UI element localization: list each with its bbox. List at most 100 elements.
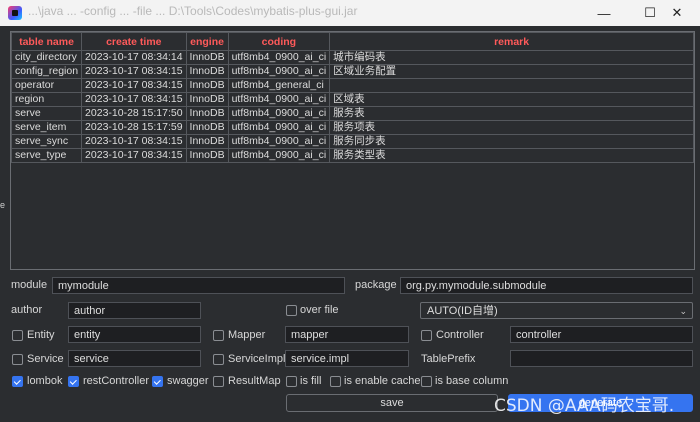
column-header[interactable]: table name	[11, 32, 83, 51]
is-base-column-checkbox[interactable]	[421, 376, 432, 387]
mapper-checkbox[interactable]	[213, 330, 224, 341]
entity-label: Entity	[27, 329, 55, 341]
table-cell: 区域业务配置	[329, 64, 694, 79]
table-row[interactable]: serve_item 2023-10-28 15:17:59 InnoDB utf8m…	[11, 120, 694, 135]
service-checkbox[interactable]	[12, 354, 23, 365]
table-cell: serve	[11, 106, 83, 121]
table-cell	[329, 78, 694, 93]
column-header[interactable]: remark	[329, 32, 694, 51]
table-cell: 2023-10-17 08:34:15	[81, 78, 187, 93]
table-cell: utf8mb4_0900_ai_ci	[227, 106, 331, 121]
service-input[interactable]: service	[68, 350, 201, 367]
over-file-label: over file	[300, 304, 339, 316]
table-row[interactable]: region 2023-10-17 08:34:15 InnoDB utf8mb4_0…	[11, 92, 694, 107]
table-cell: city_directory	[11, 50, 83, 65]
minimize-icon[interactable]: —	[581, 0, 627, 26]
serviceimpl-input[interactable]: service.impl	[285, 350, 409, 367]
watermark: CSDN @AAA码农宝哥.	[494, 396, 675, 416]
author-label: author	[11, 304, 43, 316]
table-cell: 城市编码表	[329, 50, 694, 65]
table-cell: region	[11, 92, 83, 107]
table-cell: InnoDB	[185, 148, 229, 163]
table-row[interactable]: city_directory 2023-10-17 08:34:14 InnoDB u…	[11, 50, 694, 65]
left-edge-text: e	[0, 200, 6, 210]
table-cell: 2023-10-28 15:17:50	[81, 106, 187, 121]
controller-checkbox[interactable]	[421, 330, 432, 341]
package-label: package	[355, 279, 397, 291]
table-cell: InnoDB	[185, 106, 229, 121]
table-cell: utf8mb4_0900_ai_ci	[227, 134, 331, 149]
table-row[interactable]: serve 2023-10-28 15:17:50 InnoDB utf8mb4_09…	[11, 106, 694, 121]
table-cell: operator	[11, 78, 83, 93]
table-cell: 区域表	[329, 92, 694, 107]
table-cell: 服务同步表	[329, 134, 694, 149]
table-cell: config_region	[11, 64, 83, 79]
serviceimpl-label: ServiceImpl	[228, 353, 286, 365]
is-fill-checkbox[interactable]	[286, 376, 297, 387]
table-cell: InnoDB	[185, 50, 229, 65]
table-cell: utf8mb4_general_ci	[227, 78, 331, 93]
table-cell: utf8mb4_0900_ai_ci	[227, 120, 331, 135]
author-input[interactable]: author	[68, 302, 201, 319]
swagger-checkbox[interactable]	[152, 376, 163, 387]
controller-input[interactable]: controller	[510, 326, 693, 343]
resultmap-checkbox[interactable]	[213, 376, 224, 387]
entity-input[interactable]: entity	[68, 326, 201, 343]
column-header[interactable]: engine	[185, 32, 229, 51]
table-header-row: table name create time engine coding rem…	[11, 32, 694, 51]
id-type-select[interactable]: AUTO(ID自增) ⌄	[420, 302, 693, 319]
resultmap-label: ResultMap	[228, 375, 281, 387]
table-cell: 2023-10-17 08:34:15	[81, 92, 187, 107]
lombok-checkbox[interactable]	[12, 376, 23, 387]
table-cell: serve_type	[11, 148, 83, 163]
chevron-down-icon: ⌄	[679, 306, 687, 316]
module-input[interactable]: mymodule	[52, 277, 345, 294]
column-header[interactable]: coding	[227, 32, 331, 51]
tableprefix-input[interactable]	[510, 350, 693, 367]
table-row[interactable]: serve_type 2023-10-17 08:34:15 InnoDB utf8m…	[11, 148, 694, 163]
table-row[interactable]: serve_sync 2023-10-17 08:34:15 InnoDB utf8m…	[11, 134, 694, 149]
package-input[interactable]: org.py.mymodule.submodule	[400, 277, 693, 294]
lombok-label: lombok	[27, 375, 63, 387]
close-icon[interactable]: ✕	[654, 0, 700, 26]
window-titlebar: ...\java ... -config ... -file ... D:\To…	[0, 0, 700, 26]
mapper-input[interactable]: mapper	[285, 326, 409, 343]
table-row[interactable]: operator 2023-10-17 08:34:15 InnoDB utf8mb4…	[11, 78, 694, 93]
table-cell: 2023-10-28 15:17:59	[81, 120, 187, 135]
tables-list[interactable]: table name create time engine coding rem…	[10, 31, 695, 270]
over-file-checkbox[interactable]	[286, 305, 297, 316]
app-icon	[8, 6, 22, 20]
module-label: module	[11, 279, 48, 291]
tables-table: table name create time engine coding rem…	[11, 32, 694, 163]
is-fill-label: is fill	[300, 375, 322, 387]
table-cell: 2023-10-17 08:34:15	[81, 148, 187, 163]
table-cell: InnoDB	[185, 64, 229, 79]
table-cell: utf8mb4_0900_ai_ci	[227, 50, 331, 65]
table-row[interactable]: config_region 2023-10-17 08:34:15 InnoDB ut…	[11, 64, 694, 79]
serviceimpl-checkbox[interactable]	[213, 354, 224, 365]
swagger-label: swagger	[167, 375, 209, 387]
table-cell: serve_item	[11, 120, 83, 135]
controller-label: Controller	[436, 329, 484, 341]
table-cell: utf8mb4_0900_ai_ci	[227, 64, 331, 79]
save-button[interactable]: save	[286, 394, 498, 412]
tableprefix-label: TablePrefix	[421, 353, 476, 365]
table-cell: utf8mb4_0900_ai_ci	[227, 148, 331, 163]
entity-checkbox[interactable]	[12, 330, 23, 341]
table-cell: 2023-10-17 08:34:15	[81, 134, 187, 149]
table-cell: InnoDB	[185, 78, 229, 93]
table-cell: InnoDB	[185, 120, 229, 135]
table-cell: InnoDB	[185, 92, 229, 107]
is-enable-cache-checkbox[interactable]	[330, 376, 341, 387]
id-type-value: AUTO(ID自增)	[427, 305, 498, 317]
is-base-column-label: is base column	[435, 375, 509, 387]
table-cell: 服务项表	[329, 120, 694, 135]
column-header[interactable]: create time	[81, 32, 187, 51]
window-title: ...\java ... -config ... -file ... D:\To…	[28, 4, 358, 18]
rest-controller-checkbox[interactable]	[68, 376, 79, 387]
service-label: Service	[27, 353, 64, 365]
is-enable-cache-label: is enable cache	[344, 375, 421, 387]
table-cell: InnoDB	[185, 134, 229, 149]
table-cell: 2023-10-17 08:34:14	[81, 50, 187, 65]
rest-controller-label: restController	[83, 375, 150, 387]
